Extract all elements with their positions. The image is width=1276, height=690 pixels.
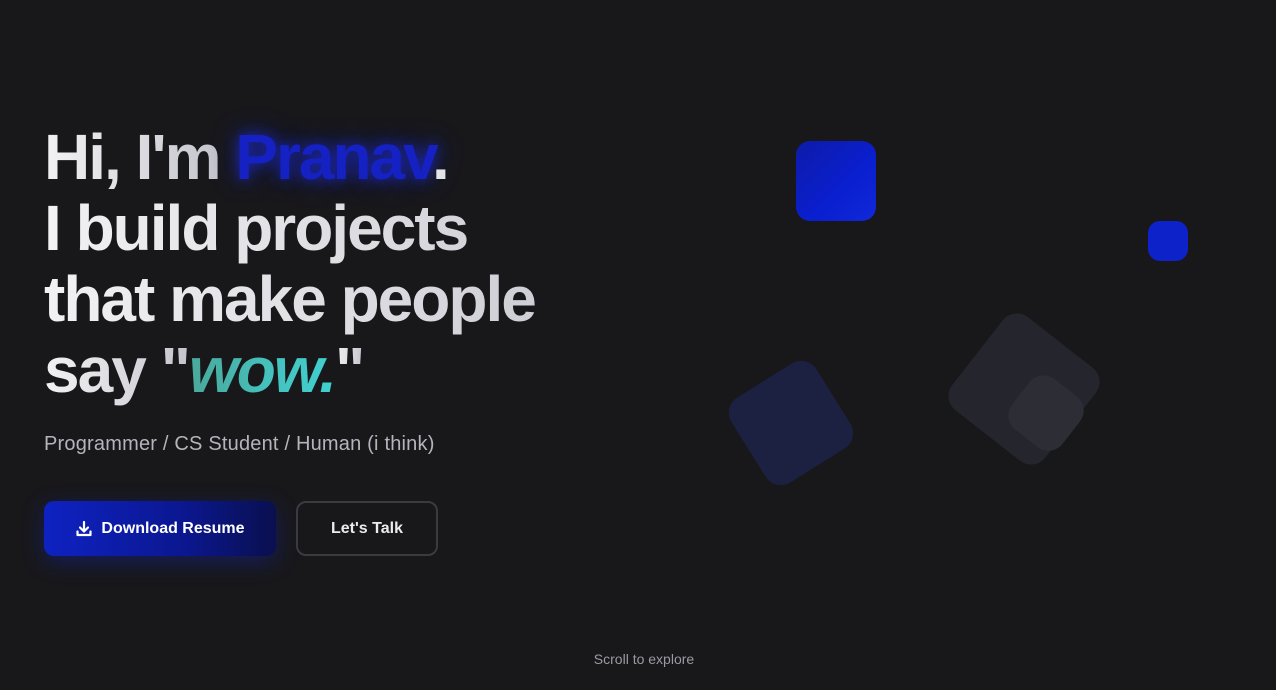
quote-close: " [334, 334, 365, 406]
decorative-navy-diamond [722, 354, 860, 492]
headline-line-1: Hi, I'm Pranav. [44, 122, 664, 193]
hero-section: Hi, I'm Pranav. I build projects that ma… [44, 122, 664, 406]
name-text: Pranav [235, 121, 434, 193]
download-resume-label: Download Resume [101, 519, 245, 537]
decorative-blue-square [796, 141, 876, 221]
download-icon [75, 520, 93, 538]
decorative-small-blue-square [1148, 221, 1188, 261]
wow-highlight: wow. [188, 334, 337, 406]
greeting-text: Hi, I'm [44, 121, 221, 193]
scroll-hint: Scroll to explore [593, 651, 695, 667]
hero-headline: Hi, I'm Pranav. I build projects that ma… [44, 122, 664, 406]
download-resume-button[interactable]: Download Resume [44, 501, 276, 556]
lets-talk-button[interactable]: Let's Talk [296, 501, 438, 556]
hero-page: Hi, I'm Pranav. I build projects that ma… [0, 0, 1276, 690]
lets-talk-label: Let's Talk [331, 519, 403, 537]
headline-line-4: say "wow." [44, 335, 664, 406]
headline-line-3: that make people [44, 264, 664, 335]
name-period: . [431, 121, 450, 193]
say-quote-open: say " [44, 334, 191, 406]
headline-line-2: I build projects [44, 193, 664, 264]
hero-subtitle: Programmer / CS Student / Human (i think… [44, 433, 435, 455]
